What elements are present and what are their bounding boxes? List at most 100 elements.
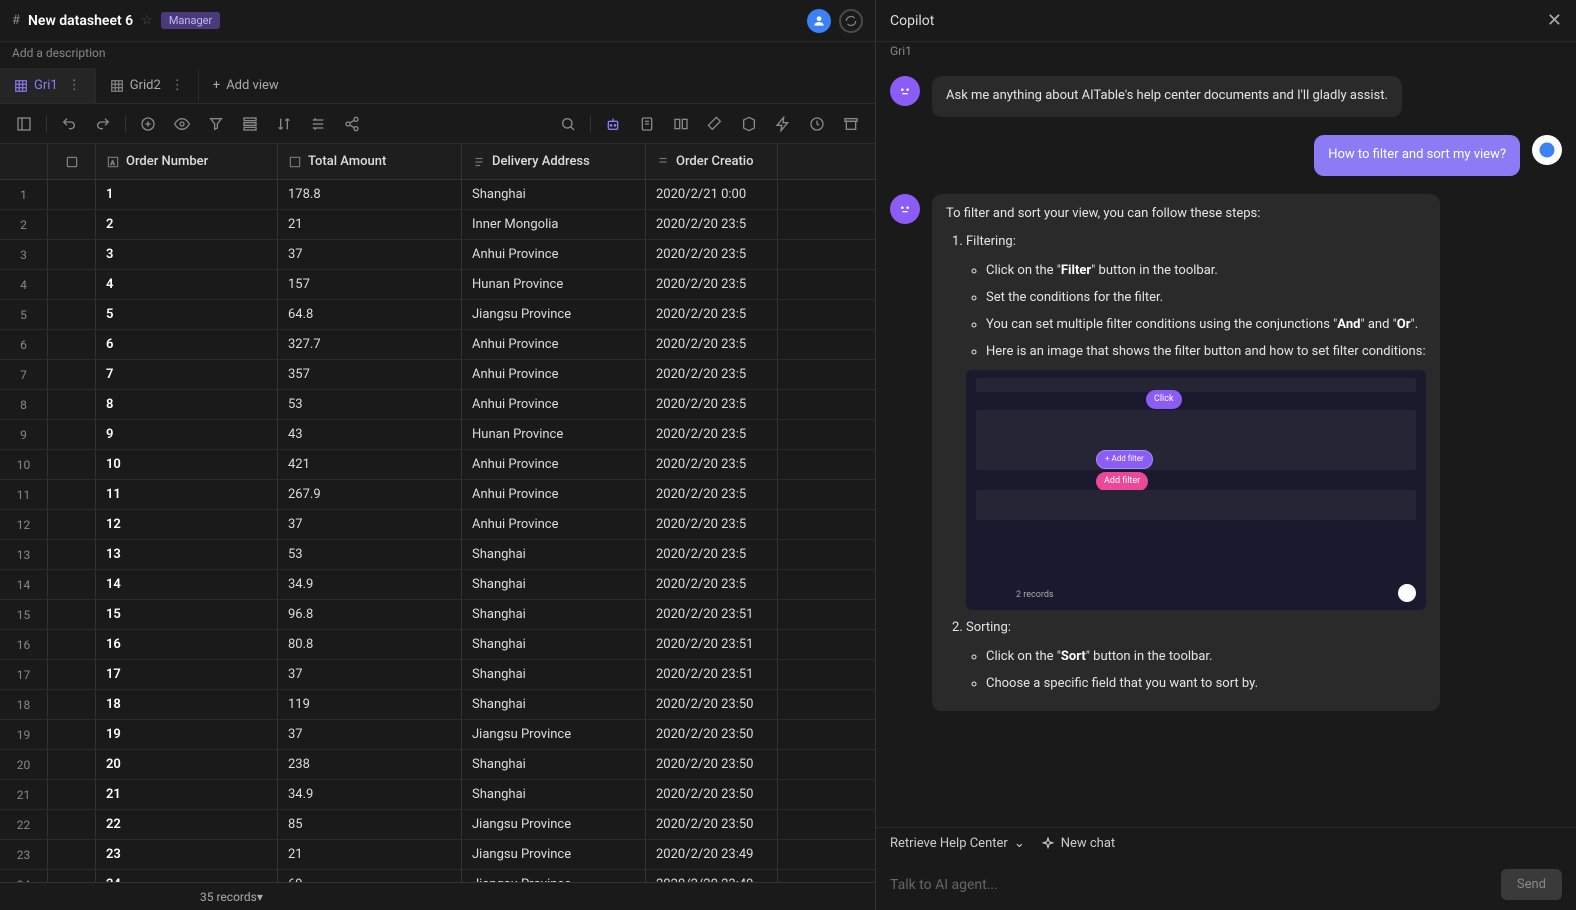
cell-order-number[interactable]: 24: [96, 870, 278, 882]
table-row[interactable]: 18 18 119 Shanghai 2020/2/20 23:50: [0, 690, 875, 720]
archive-icon[interactable]: [835, 108, 867, 140]
cell-delivery-address[interactable]: Jiangsu Province: [462, 870, 646, 882]
cell-order-creation[interactable]: 2020/2/20 23:51: [646, 600, 778, 629]
cell-total-amount[interactable]: 53: [278, 540, 462, 569]
cell-order-number[interactable]: 9: [96, 420, 278, 449]
cell-order-number[interactable]: 13: [96, 540, 278, 569]
collapse-icon[interactable]: [8, 108, 40, 140]
row-checkbox[interactable]: [48, 330, 96, 359]
table-row[interactable]: 19 19 37 Jiangsu Province 2020/2/20 23:5…: [0, 720, 875, 750]
description-placeholder[interactable]: Add a description: [0, 42, 875, 68]
view-tab-grid2[interactable]: Grid2 ⋮: [96, 68, 199, 103]
table-row[interactable]: 3 3 37 Anhui Province 2020/2/20 23:5: [0, 240, 875, 270]
cell-order-number[interactable]: 6: [96, 330, 278, 359]
row-checkbox[interactable]: [48, 480, 96, 509]
cell-order-creation[interactable]: 2020/2/20 23:51: [646, 660, 778, 689]
cell-order-number[interactable]: 12: [96, 510, 278, 539]
cell-delivery-address[interactable]: Hunan Province: [462, 270, 646, 299]
cell-total-amount[interactable]: 119: [278, 690, 462, 719]
send-button[interactable]: Send: [1501, 869, 1562, 900]
add-icon[interactable]: [132, 108, 164, 140]
cell-order-number[interactable]: 4: [96, 270, 278, 299]
chat-input[interactable]: [890, 877, 1491, 893]
cell-delivery-address[interactable]: Shanghai: [462, 600, 646, 629]
cell-order-creation[interactable]: 2020/2/20 23:50: [646, 780, 778, 809]
cell-order-creation[interactable]: 2020/2/20 23:5: [646, 510, 778, 539]
table-row[interactable]: 5 5 64.8 Jiangsu Province 2020/2/20 23:5: [0, 300, 875, 330]
new-chat-button[interactable]: New chat: [1041, 836, 1115, 851]
cell-order-number[interactable]: 11: [96, 480, 278, 509]
form-icon[interactable]: [631, 108, 663, 140]
group-icon[interactable]: [234, 108, 266, 140]
table-row[interactable]: 20 20 238 Shanghai 2020/2/20 23:50: [0, 750, 875, 780]
cell-total-amount[interactable]: 43: [278, 420, 462, 449]
cell-delivery-address[interactable]: Shanghai: [462, 180, 646, 209]
cell-total-amount[interactable]: 357: [278, 360, 462, 389]
cell-delivery-address[interactable]: Anhui Province: [462, 510, 646, 539]
cell-total-amount[interactable]: 327.7: [278, 330, 462, 359]
row-checkbox[interactable]: [48, 510, 96, 539]
column-header-total-amount[interactable]: Total Amount: [278, 144, 462, 179]
select-all-checkbox[interactable]: [48, 144, 96, 179]
cell-delivery-address[interactable]: Anhui Province: [462, 360, 646, 389]
cell-delivery-address[interactable]: Shanghai: [462, 660, 646, 689]
cell-total-amount[interactable]: 178.8: [278, 180, 462, 209]
cell-order-number[interactable]: 7: [96, 360, 278, 389]
row-checkbox[interactable]: [48, 720, 96, 749]
cell-total-amount[interactable]: 37: [278, 240, 462, 269]
table-row[interactable]: 8 8 53 Anhui Province 2020/2/20 23:5: [0, 390, 875, 420]
cell-total-amount[interactable]: 37: [278, 660, 462, 689]
row-checkbox[interactable]: [48, 390, 96, 419]
cell-delivery-address[interactable]: Hunan Province: [462, 420, 646, 449]
record-count[interactable]: 35 records: [200, 890, 257, 904]
table-row[interactable]: 2 2 21 Inner Mongolia 2020/2/20 23:5: [0, 210, 875, 240]
close-icon[interactable]: ✕: [1547, 10, 1562, 31]
row-checkbox[interactable]: [48, 270, 96, 299]
cell-order-creation[interactable]: 2020/2/20 23:50: [646, 690, 778, 719]
cell-order-creation[interactable]: 2020/2/20 23:5: [646, 360, 778, 389]
cell-total-amount[interactable]: 37: [278, 720, 462, 749]
table-row[interactable]: 9 9 43 Hunan Province 2020/2/20 23:5: [0, 420, 875, 450]
row-checkbox[interactable]: [48, 300, 96, 329]
cell-delivery-address[interactable]: Anhui Province: [462, 240, 646, 269]
undo-icon[interactable]: [53, 108, 85, 140]
cell-delivery-address[interactable]: Jiangsu Province: [462, 810, 646, 839]
cell-order-creation[interactable]: 2020/2/20 23:5: [646, 480, 778, 509]
cell-order-number[interactable]: 8: [96, 390, 278, 419]
row-checkbox[interactable]: [48, 450, 96, 479]
row-checkbox[interactable]: [48, 210, 96, 239]
row-checkbox[interactable]: [48, 630, 96, 659]
table-row[interactable]: 15 15 96.8 Shanghai 2020/2/20 23:51: [0, 600, 875, 630]
automation-icon[interactable]: [767, 108, 799, 140]
cell-order-number[interactable]: 10: [96, 450, 278, 479]
cell-order-creation[interactable]: 2020/2/20 23:51: [646, 630, 778, 659]
table-row[interactable]: 1 1 178.8 Shanghai 2020/2/21 0:00: [0, 180, 875, 210]
table-row[interactable]: 17 17 37 Shanghai 2020/2/20 23:51: [0, 660, 875, 690]
row-checkbox[interactable]: [48, 750, 96, 779]
cell-order-creation[interactable]: 2020/2/21 0:00: [646, 180, 778, 209]
cell-total-amount[interactable]: 53: [278, 390, 462, 419]
add-view-button[interactable]: + Add view: [199, 78, 293, 93]
share-icon[interactable]: [336, 108, 368, 140]
cell-order-number[interactable]: 22: [96, 810, 278, 839]
table-row[interactable]: 6 6 327.7 Anhui Province 2020/2/20 23:5: [0, 330, 875, 360]
cell-order-number[interactable]: 21: [96, 780, 278, 809]
cell-delivery-address[interactable]: Anhui Province: [462, 330, 646, 359]
user-avatar[interactable]: [807, 9, 831, 33]
filter-icon[interactable]: [200, 108, 232, 140]
row-checkbox[interactable]: [48, 420, 96, 449]
table-row[interactable]: 14 14 34.9 Shanghai 2020/2/20 23:5: [0, 570, 875, 600]
row-checkbox[interactable]: [48, 600, 96, 629]
cell-delivery-address[interactable]: Anhui Province: [462, 390, 646, 419]
row-checkbox[interactable]: [48, 180, 96, 209]
column-header-order-number[interactable]: A Order Number: [96, 144, 278, 179]
column-header-order-creation[interactable]: Order Creatio: [646, 144, 778, 179]
cell-order-creation[interactable]: 2020/2/20 23:50: [646, 750, 778, 779]
cell-order-creation[interactable]: 2020/2/20 23:5: [646, 330, 778, 359]
cell-order-creation[interactable]: 2020/2/20 23:5: [646, 450, 778, 479]
cell-order-creation[interactable]: 2020/2/20 23:49: [646, 870, 778, 882]
robot-icon[interactable]: [597, 108, 629, 140]
cell-order-number[interactable]: 14: [96, 570, 278, 599]
dropdown-icon[interactable]: ▾: [257, 890, 263, 904]
cell-order-number[interactable]: 20: [96, 750, 278, 779]
